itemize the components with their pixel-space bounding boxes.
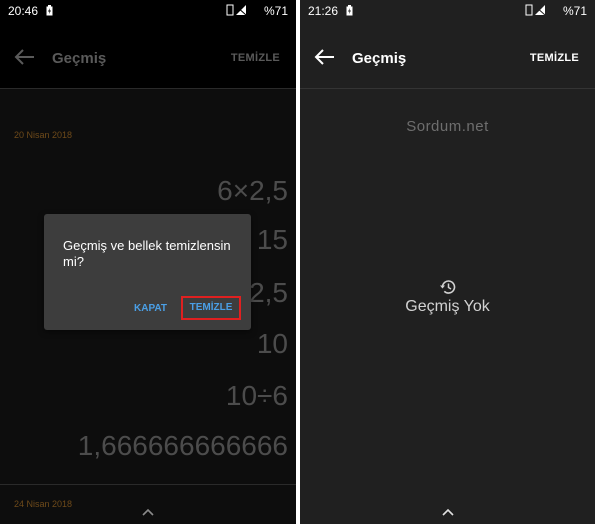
history-expression[interactable]: 2,5: [249, 277, 288, 309]
signal-icons: [226, 4, 247, 16]
app-bar: Geçmiş TEMİZLE: [0, 38, 296, 78]
divider: [0, 484, 296, 485]
history-icon: [440, 280, 456, 294]
dialog-cancel-button[interactable]: KAPAT: [134, 303, 167, 314]
phone-screen-right: 21:26 %71 Geçmiş TEMİZLE Sordum.net Geçm…: [300, 0, 595, 524]
status-time: 21:26: [308, 4, 339, 18]
chevron-up-icon[interactable]: [441, 508, 455, 516]
history-date: 24 Nisan 2018: [14, 499, 73, 509]
dialog-confirm-button[interactable]: TEMİZLE: [181, 296, 241, 320]
battery-charging-icon: [46, 5, 53, 16]
watermark: Sordum.net: [406, 118, 489, 135]
back-arrow-icon[interactable]: [14, 48, 36, 66]
history-expression[interactable]: 10÷6: [226, 380, 288, 412]
clear-confirm-dialog: Geçmiş ve bellek temizlensin mi? KAPAT T…: [44, 214, 251, 330]
history-expression[interactable]: 15: [257, 224, 288, 256]
back-arrow-icon[interactable]: [314, 48, 336, 66]
signal-icons: [525, 4, 546, 16]
divider: [0, 88, 296, 89]
divider: [300, 88, 595, 89]
battery-percent: %71: [562, 4, 587, 18]
page-title: Geçmiş: [352, 50, 407, 67]
status-bar: 21:26 %71: [300, 0, 595, 22]
history-date: 20 Nisan 2018: [14, 130, 73, 140]
battery-percent: %71: [263, 4, 288, 18]
history-expression[interactable]: 6×2,5: [217, 175, 288, 207]
empty-state-text: Geçmiş Yok: [405, 298, 490, 315]
battery-charging-icon: [346, 5, 353, 16]
status-bar: 20:46 %71: [0, 0, 296, 22]
chevron-up-icon[interactable]: [141, 508, 155, 516]
dialog-message: Geçmiş ve bellek temizlensin mi?: [63, 238, 231, 269]
clear-button[interactable]: TEMİZLE: [231, 52, 280, 64]
status-time: 20:46: [8, 4, 39, 18]
app-bar: Geçmiş TEMİZLE: [300, 38, 595, 78]
phone-screen-left: 20:46 %71 Geçmiş TEMİZLE 20 Nisan 2018 6…: [0, 0, 296, 524]
page-title: Geçmiş: [52, 50, 107, 67]
history-expression[interactable]: 1,666666666666: [78, 430, 288, 462]
clear-button[interactable]: TEMİZLE: [530, 52, 579, 64]
history-expression[interactable]: 10: [257, 328, 288, 360]
